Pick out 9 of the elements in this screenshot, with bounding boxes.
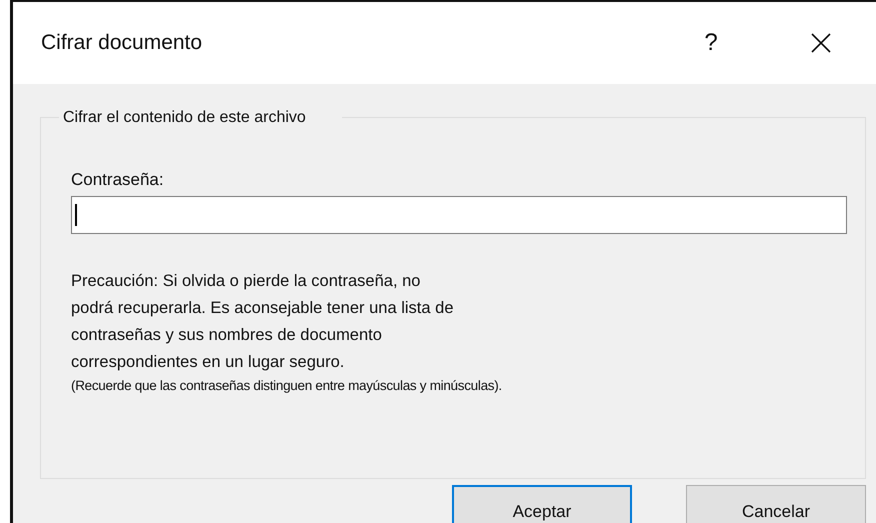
case-note: (Recuerde que las contraseñas distinguen entre mayúsculas y minúsculas). (71, 378, 503, 393)
accept-button[interactable]: Aceptar (452, 485, 632, 523)
window-title: Cifrar documento (41, 31, 204, 55)
close-icon (810, 32, 832, 54)
cancel-button[interactable]: Cancelar (686, 485, 866, 523)
warning-text: Precaución: Si olvida o pierde la contraseña, no podrá recuperarla. Es aconsejable tener una lista de contraseñas y sus nombres de documento correspondientes en un lugar seguro. (71, 271, 454, 373)
password-label: Contraseña: (71, 170, 164, 190)
password-field[interactable] (71, 196, 847, 234)
help-button[interactable]: ? (656, 13, 766, 73)
